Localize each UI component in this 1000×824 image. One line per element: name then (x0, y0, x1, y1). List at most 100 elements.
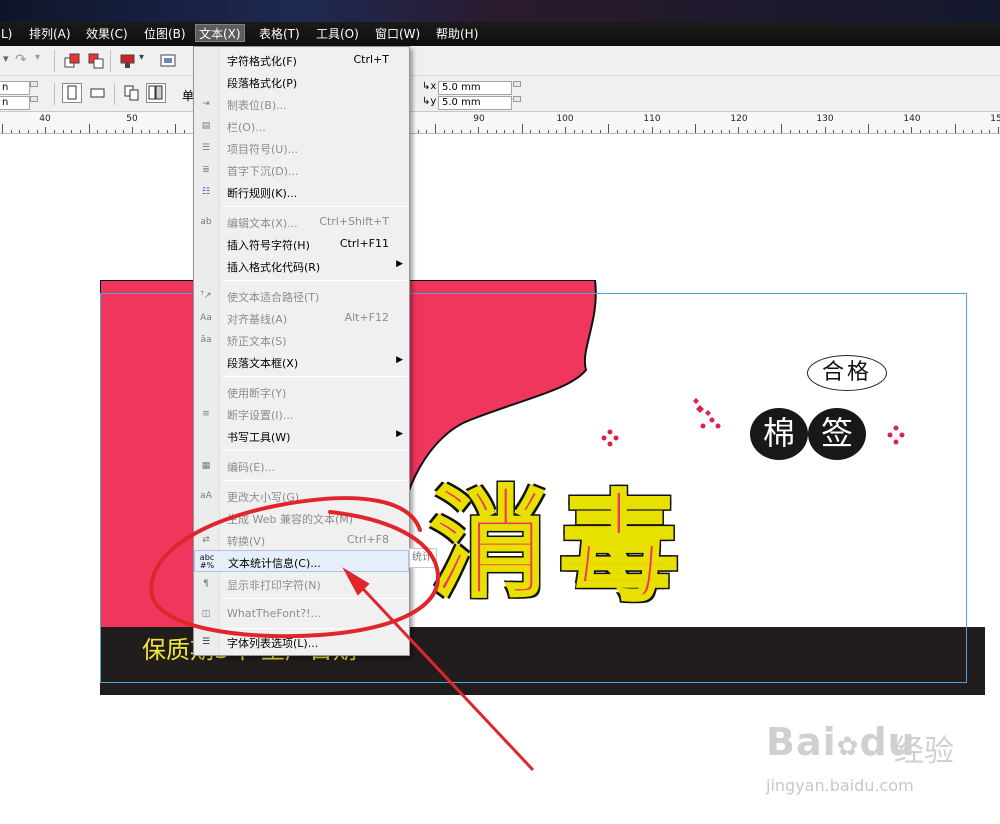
portrait-icon[interactable] (62, 83, 82, 103)
menu-item-drop-cap[interactable]: ≣ 首字下沉(D)... (194, 159, 409, 181)
ruler-tick (807, 130, 809, 133)
ruler-tick (746, 130, 748, 133)
width-spinner[interactable] (30, 81, 46, 95)
menu-item-change-case[interactable]: aA 更改大小写(G)... (194, 485, 409, 507)
menu-item-align-baseline[interactable]: Aa 对齐基线(A) Alt+F12 (194, 307, 409, 329)
menu-item-convert[interactable]: ⇄ 转换(V) Ctrl+F8 (194, 529, 409, 551)
width-field[interactable]: n (0, 81, 30, 95)
ruler-tick (997, 127, 999, 133)
landscape-icon[interactable] (88, 83, 108, 103)
ruler-tick (833, 130, 835, 133)
menu-item-paragraph-text-frame[interactable]: 段落文本框(X) ▶ (194, 351, 409, 373)
duplicate-x-spinner[interactable] (513, 81, 529, 95)
duplicate-distance-x-field[interactable]: 5.0 mm (438, 81, 512, 95)
menu-separator (223, 480, 407, 481)
redo-dropdown-icon[interactable]: ▾ (34, 51, 54, 71)
menu-item-font-list-options[interactable]: ☰ 字体列表选项(L)... (194, 631, 409, 653)
ruler-tick (868, 124, 869, 133)
menu-effects[interactable]: 效果(C) (83, 25, 131, 43)
menu-item-label: 制表位(B)... (227, 99, 287, 112)
encoding-icon: ▦ (201, 461, 211, 471)
ruler-tick (469, 130, 471, 133)
ruler-tick (45, 127, 47, 133)
menu-item-whatthefont[interactable]: ◫ WhatTheFont?!... (194, 603, 409, 625)
ruler-tick (642, 130, 644, 133)
ruler-label: 110 (643, 114, 661, 124)
menu-item-label: 对齐基线(A) (227, 313, 288, 326)
ruler-tick (417, 130, 419, 133)
horizontal-ruler[interactable]: 40 50 90 100 110 120 130 140 15 (0, 112, 1000, 134)
menu-item-edit-text[interactable]: ab 编辑文本(X)... Ctrl+Shift+T (194, 211, 409, 233)
ruler-tick (842, 130, 843, 133)
menu-item-bullets[interactable]: ☰ 项目符号(U)... (194, 137, 409, 159)
menu-item-straighten-text[interactable]: ãa 矫正文本(S) (194, 329, 409, 351)
du-character[interactable]: 毒 (558, 452, 679, 623)
ruler-tick (556, 130, 558, 133)
ruler-tick (634, 130, 636, 133)
toolbar-separator (114, 83, 115, 105)
ruler-tick (19, 130, 21, 133)
menu-item-label: 栏(O)... (227, 121, 266, 134)
all-pages-icon[interactable] (122, 83, 142, 103)
duplicate-distance-y-field[interactable]: 5.0 mm (438, 96, 512, 110)
publish-pdf-icon[interactable] (118, 51, 138, 71)
menu-item-columns[interactable]: ▤ 栏(O)... (194, 115, 409, 137)
ruler-tick (790, 130, 792, 133)
ruler-tick (183, 130, 185, 133)
menu-item-label: WhatTheFont?!... (227, 607, 322, 620)
menu-table[interactable]: 表格(T) (256, 25, 303, 43)
ruler-tick (71, 130, 73, 133)
menu-window[interactable]: 窗口(W) (372, 25, 423, 43)
height-field[interactable]: n (0, 96, 30, 110)
menu-item-label: 生成 Web 兼容的文本(M) (227, 513, 354, 526)
menu-item-insert-formatting-code[interactable]: 插入格式化代码(R) ▶ (194, 255, 409, 277)
menu-item-use-hyphenation[interactable]: 使用断字(Y) (194, 381, 409, 403)
menu-item-tabs[interactable]: ⇥ 制表位(B)... (194, 93, 409, 115)
menu-separator (223, 598, 407, 599)
ruler-tick (582, 130, 584, 133)
font-list-icon: ☰ (201, 637, 211, 647)
duplicate-y-spinner[interactable] (513, 96, 529, 110)
ruler-tick (166, 130, 168, 133)
qualified-badge[interactable]: 合格 (807, 355, 887, 391)
export-icon[interactable] (86, 51, 106, 71)
menu-item-paragraph-formatting[interactable]: 段落格式化(P) (194, 71, 409, 93)
current-page-icon[interactable] (146, 83, 166, 103)
nudge-x-icon: ↳x (422, 81, 437, 92)
publish-dropdown-icon[interactable]: ▾ (138, 51, 158, 71)
menu-bitmaps[interactable]: 位图(B) (141, 25, 189, 43)
height-spinner[interactable] (30, 96, 46, 110)
menu-item-web-compatible-text[interactable]: 生成 Web 兼容的文本(M) (194, 507, 409, 529)
window-title-strip (0, 0, 1000, 22)
menu-item-text-statistics[interactable]: abc #% 文本统计信息(C)... (194, 550, 409, 572)
menu-item-encoding[interactable]: ▦ 编码(E)... (194, 455, 409, 477)
menu-item-label: 段落格式化(P) (227, 77, 298, 90)
ruler-tick (487, 130, 488, 133)
edit-text-icon: ab (200, 217, 212, 227)
menu-item-character-formatting[interactable]: 字符格式化(F) Ctrl+T (194, 49, 409, 71)
menu-item-line-break-rules[interactable]: ☷ 断行规则(K)... (194, 181, 409, 203)
ruler-tick (668, 130, 670, 133)
ruler-tick (2, 124, 3, 133)
menu-item-fit-text-to-path[interactable]: ᵀ↗ 使文本适合路径(T) (194, 285, 409, 307)
ruler-tick (105, 130, 107, 133)
ruler-tick (443, 130, 445, 133)
menu-item-writing-tools[interactable]: 书写工具(W) ▶ (194, 425, 409, 447)
menu-item-hyphenation-settings[interactable]: ≡ 断字设置(I)... (194, 403, 409, 425)
menu-arrange[interactable]: 排列(A) (26, 25, 74, 43)
menu-layout[interactable]: L) (0, 25, 15, 43)
menu-text[interactable]: 文本(X) (195, 24, 245, 42)
redo-icon[interactable]: ↷ (14, 51, 34, 71)
menu-help[interactable]: 帮助(H) (433, 25, 481, 43)
menu-item-label: 插入符号字符(H) (227, 239, 310, 252)
menu-tools[interactable]: 工具(O) (313, 25, 362, 43)
ruler-tick (755, 130, 757, 133)
xiao-character[interactable]: 消 (428, 448, 549, 619)
cotton-swab-badge[interactable]: 棉 签 (750, 408, 866, 460)
zoom-window-icon[interactable] (158, 51, 178, 71)
menu-item-insert-symbol[interactable]: 插入符号字符(H) Ctrl+F11 (194, 233, 409, 255)
ruler-tick (989, 130, 991, 133)
import-icon[interactable] (62, 51, 82, 71)
ruler-tick (97, 130, 99, 133)
menu-item-show-nonprinting-characters[interactable]: ¶ 显示非打印字符(N) (194, 573, 409, 595)
